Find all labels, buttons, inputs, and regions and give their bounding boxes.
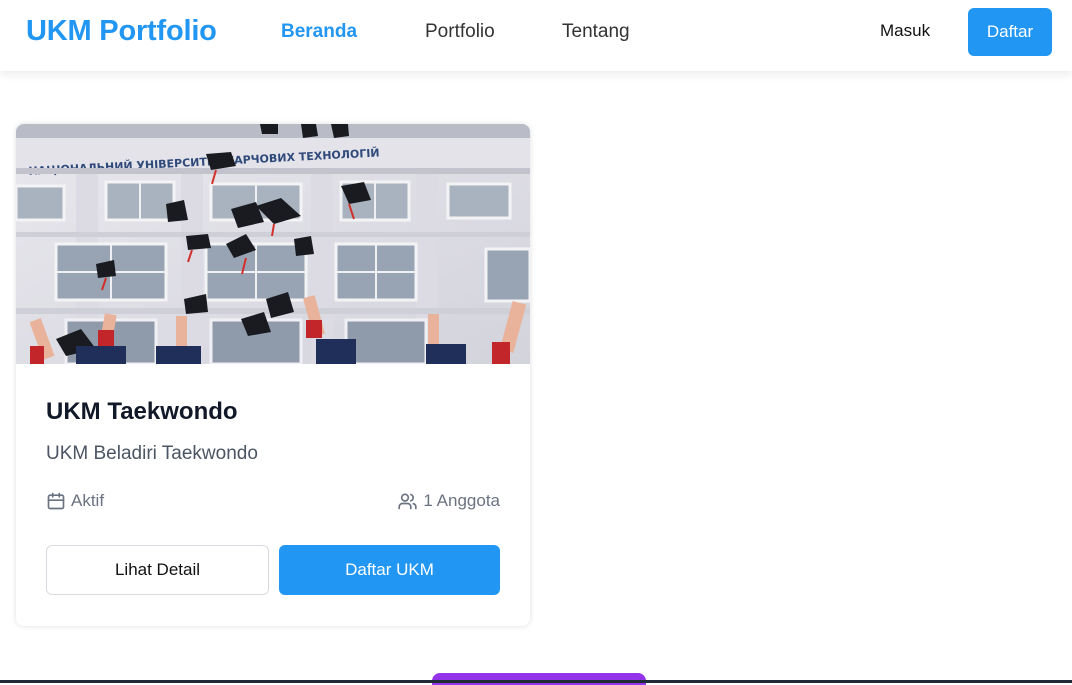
status-label: Aktif [71,491,105,510]
users-icon [398,493,418,510]
nav-link-portfolio[interactable]: Portfolio [425,21,495,43]
brand-logo[interactable]: UKM Portfolio [26,15,217,48]
join-ukm-button[interactable]: Daftar UKM [279,545,500,595]
top-navbar: UKM Portfolio Beranda Portfolio Tentang … [0,0,1072,71]
ukm-card: НАЦІОНАЛЬНИЙ УНІВЕРСИТЕТ ХАРЧОВИХ ТЕХНОЛ… [16,124,530,626]
ukm-member-count: 1 Anggota [397,491,500,511]
view-detail-button[interactable]: Lihat Detail [46,545,269,595]
member-count-label: 1 Anggota [423,491,500,510]
login-link[interactable]: Masuk [880,21,930,41]
bottom-floating-button[interactable] [432,673,646,685]
ukm-title: UKM Taekwondo [46,398,238,425]
nav-link-beranda[interactable]: Beranda [281,21,357,43]
ukm-subtitle: UKM Beladiri Taekwondo [46,443,258,464]
calendar-icon [47,492,65,510]
register-button[interactable]: Daftar [968,8,1052,56]
ukm-cover-image: НАЦІОНАЛЬНИЙ УНІВЕРСИТЕТ ХАРЧОВИХ ТЕХНОЛ… [16,124,530,364]
ukm-status: Aktif [46,491,104,511]
nav-link-tentang[interactable]: Tentang [562,21,630,43]
